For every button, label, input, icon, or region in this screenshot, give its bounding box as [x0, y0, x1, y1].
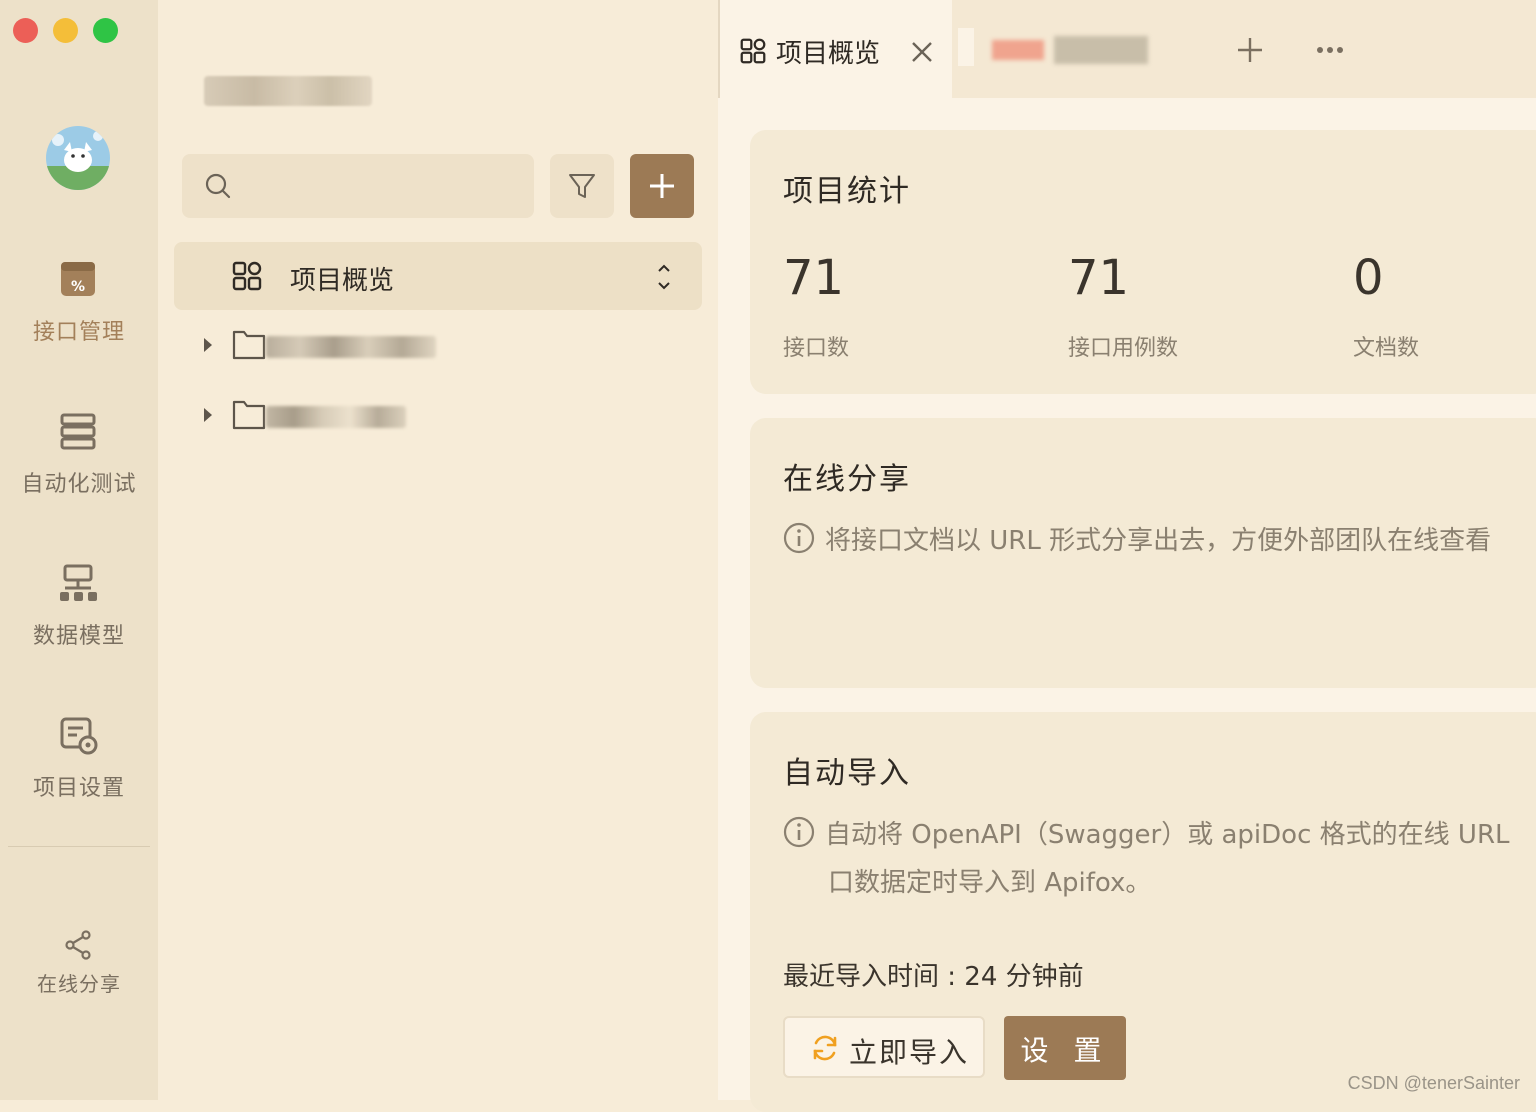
- search-box[interactable]: [182, 154, 534, 220]
- rail-item-share[interactable]: 在线分享: [0, 930, 158, 997]
- stat-value-doc-count: 0: [1353, 250, 1384, 306]
- tab-project-overview[interactable]: 项目概览: [718, 0, 952, 98]
- info-icon: [783, 522, 815, 554]
- more-icon[interactable]: [1316, 44, 1344, 56]
- project-stats-card: 项目统计 71 接口数 71 接口用例数 0 文档数: [750, 130, 1536, 394]
- search-input[interactable]: [242, 154, 526, 220]
- stat-label-api-count: 接口数: [783, 336, 850, 361]
- card-title: 在线分享: [783, 462, 911, 497]
- automation-test-icon: [60, 413, 96, 450]
- rail-item-automation-test[interactable]: 自动化测试: [0, 412, 158, 498]
- last-import-time: 最近导入时间 : 24 分钟前: [783, 962, 1084, 992]
- project-settings-icon: [60, 717, 98, 755]
- import-now-label: 立即导入: [849, 1036, 970, 1069]
- filter-button[interactable]: [550, 154, 614, 218]
- new-tab-plus-icon[interactable]: [1236, 36, 1264, 64]
- main-panel: 项目概览 项目统计 71 接口数 71 接口用例数 0 文档数 在线分享 将接口…: [718, 0, 1536, 1112]
- tab-blurred[interactable]: [958, 0, 1218, 98]
- project-sidebar: 项目概览: [158, 0, 718, 1100]
- online-share-card: 在线分享 将接口文档以 URL 形式分享出去，方便外部团队在线查看: [750, 418, 1536, 688]
- overview-grid-icon: [740, 38, 766, 64]
- import-description: 自动将 OpenAPI（Swagger）或 apiDoc 格式的在线 URL: [783, 814, 1510, 851]
- folder-icon: [232, 330, 266, 360]
- folder-name-blurred: [266, 336, 436, 358]
- folder-icon: [232, 400, 266, 430]
- import-description-line1: 自动将 OpenAPI（Swagger）或 apiDoc 格式的在线 URL: [825, 820, 1510, 850]
- expand-arrow-icon[interactable]: [204, 338, 212, 352]
- expand-arrow-icon[interactable]: [204, 408, 212, 422]
- tree-item-label: 项目概览: [290, 266, 395, 296]
- sync-icon: [813, 1035, 837, 1061]
- nav-rail: % 接口管理 自动化测试 数据模型 项目设置 在线分享: [0, 0, 158, 1100]
- rail-item-label: 自动化测试: [21, 472, 137, 497]
- rail-item-label: 接口管理: [32, 320, 125, 345]
- rail-item-project-settings[interactable]: 项目设置: [0, 716, 158, 802]
- card-title: 自动导入: [783, 756, 911, 791]
- project-name-blurred[interactable]: [204, 76, 372, 106]
- card-title: 项目统计: [783, 174, 911, 209]
- import-now-button[interactable]: 立即导入: [783, 1016, 985, 1078]
- filter-icon: [569, 174, 595, 198]
- chevron-up-down-icon[interactable]: [656, 262, 672, 292]
- api-management-icon: %: [61, 262, 95, 296]
- plus-icon: [650, 174, 674, 198]
- import-description-line2: 口数据定时导入到 Apifox。: [828, 868, 1152, 898]
- tree-item-project-overview[interactable]: 项目概览: [174, 242, 702, 310]
- rail-item-data-model[interactable]: 数据模型: [0, 564, 158, 650]
- overview-grid-icon: [232, 261, 262, 291]
- tab-label-blurred: [1054, 36, 1148, 64]
- folder-name-blurred: [266, 406, 406, 428]
- search-icon: [205, 173, 231, 199]
- tree-folder-row[interactable]: [198, 396, 618, 436]
- stat-value-api-count: 71: [783, 250, 845, 306]
- rail-divider: [8, 846, 150, 847]
- tab-method-badge-blurred: [992, 40, 1044, 60]
- import-settings-button[interactable]: 设 置: [1004, 1016, 1126, 1080]
- share-icon: [65, 930, 91, 960]
- tab-bar: 项目概览: [718, 0, 1536, 98]
- rail-item-label: 项目设置: [32, 776, 125, 801]
- stat-value-case-count: 71: [1068, 250, 1130, 306]
- share-description: 将接口文档以 URL 形式分享出去，方便外部团队在线查看: [783, 520, 1491, 557]
- tree-folder-row[interactable]: [198, 326, 618, 366]
- rail-item-label: 数据模型: [32, 624, 125, 649]
- close-icon[interactable]: [910, 40, 934, 64]
- svg-text:%: %: [71, 279, 85, 295]
- window-minimize-button[interactable]: [53, 18, 78, 43]
- share-description-text: 将接口文档以 URL 形式分享出去，方便外部团队在线查看: [825, 526, 1492, 556]
- tab-separator: [958, 28, 974, 66]
- data-model-icon: [60, 564, 97, 601]
- add-button[interactable]: [630, 154, 694, 218]
- rail-item-api-management[interactable]: % 接口管理: [0, 260, 158, 346]
- rail-item-label: 在线分享: [37, 972, 121, 996]
- settings-label: 设 置: [1020, 1034, 1110, 1067]
- window-zoom-button[interactable]: [93, 18, 118, 43]
- info-icon: [783, 816, 815, 848]
- auto-import-card: 自动导入 自动将 OpenAPI（Swagger）或 apiDoc 格式的在线 …: [750, 712, 1536, 1112]
- user-avatar[interactable]: [46, 126, 110, 190]
- stat-label-doc-count: 文档数: [1353, 336, 1420, 361]
- window-close-button[interactable]: [13, 18, 38, 43]
- stat-label-case-count: 接口用例数: [1068, 336, 1179, 361]
- watermark: CSDN @tenerSainter: [1347, 1073, 1520, 1093]
- tab-label: 项目概览: [776, 39, 881, 69]
